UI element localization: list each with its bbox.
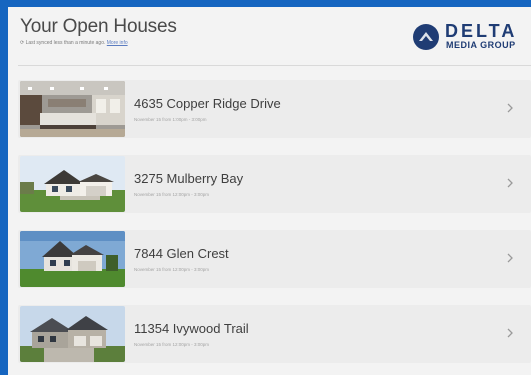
app-window: Your Open Houses ⟳ Last synced less than…: [8, 7, 531, 375]
open-house-time: November 15 from 12:00pm - 3:00pm: [134, 192, 210, 197]
header-divider: [18, 65, 531, 66]
property-photo: [20, 306, 125, 362]
property-photo: [20, 81, 125, 137]
more-info-link[interactable]: More info: [107, 40, 128, 46]
list-item[interactable]: 4635 Copper Ridge Drive November 15 from…: [18, 80, 531, 138]
chevron-right-icon: [507, 253, 513, 263]
page-title: Your Open Houses: [20, 16, 177, 37]
brand-logo: DELTA MEDIA GROUP: [412, 21, 531, 57]
sync-status: ⟳ Last synced less than a minute ago. Mo…: [20, 40, 128, 46]
brand-name: DELTA: [445, 21, 518, 41]
list-item[interactable]: 11354 Ivywood Trail November 15 from 12:…: [18, 305, 531, 363]
property-photo: [20, 156, 125, 212]
open-house-time: November 15 from 12:00pm - 3:00pm: [134, 342, 210, 347]
delta-logo-icon: [413, 24, 439, 50]
list-item[interactable]: 3275 Mulberry Bay November 15 from 12:00…: [18, 155, 531, 213]
list-item[interactable]: 7844 Glen Crest November 15 from 12:00pm…: [18, 230, 531, 288]
property-photo: [20, 231, 125, 287]
property-address: 11354 Ivywood Trail: [134, 321, 249, 336]
page-header: Your Open Houses ⟳ Last synced less than…: [8, 7, 531, 62]
chevron-right-icon: [507, 103, 513, 113]
open-house-time: November 15 from 12:00pm - 3:00pm: [134, 267, 210, 272]
property-address: 7844 Glen Crest: [134, 246, 229, 261]
property-address: 3275 Mulberry Bay: [134, 171, 244, 186]
sync-status-text: Last synced less than a minute ago.: [25, 40, 106, 46]
brand-tagline: MEDIA GROUP: [446, 40, 516, 50]
chevron-right-icon: [507, 178, 513, 188]
open-house-time: November 15 from 1:00pm - 3:00pm: [134, 117, 207, 122]
chevron-right-icon: [507, 328, 513, 338]
property-address: 4635 Copper Ridge Drive: [134, 96, 281, 111]
